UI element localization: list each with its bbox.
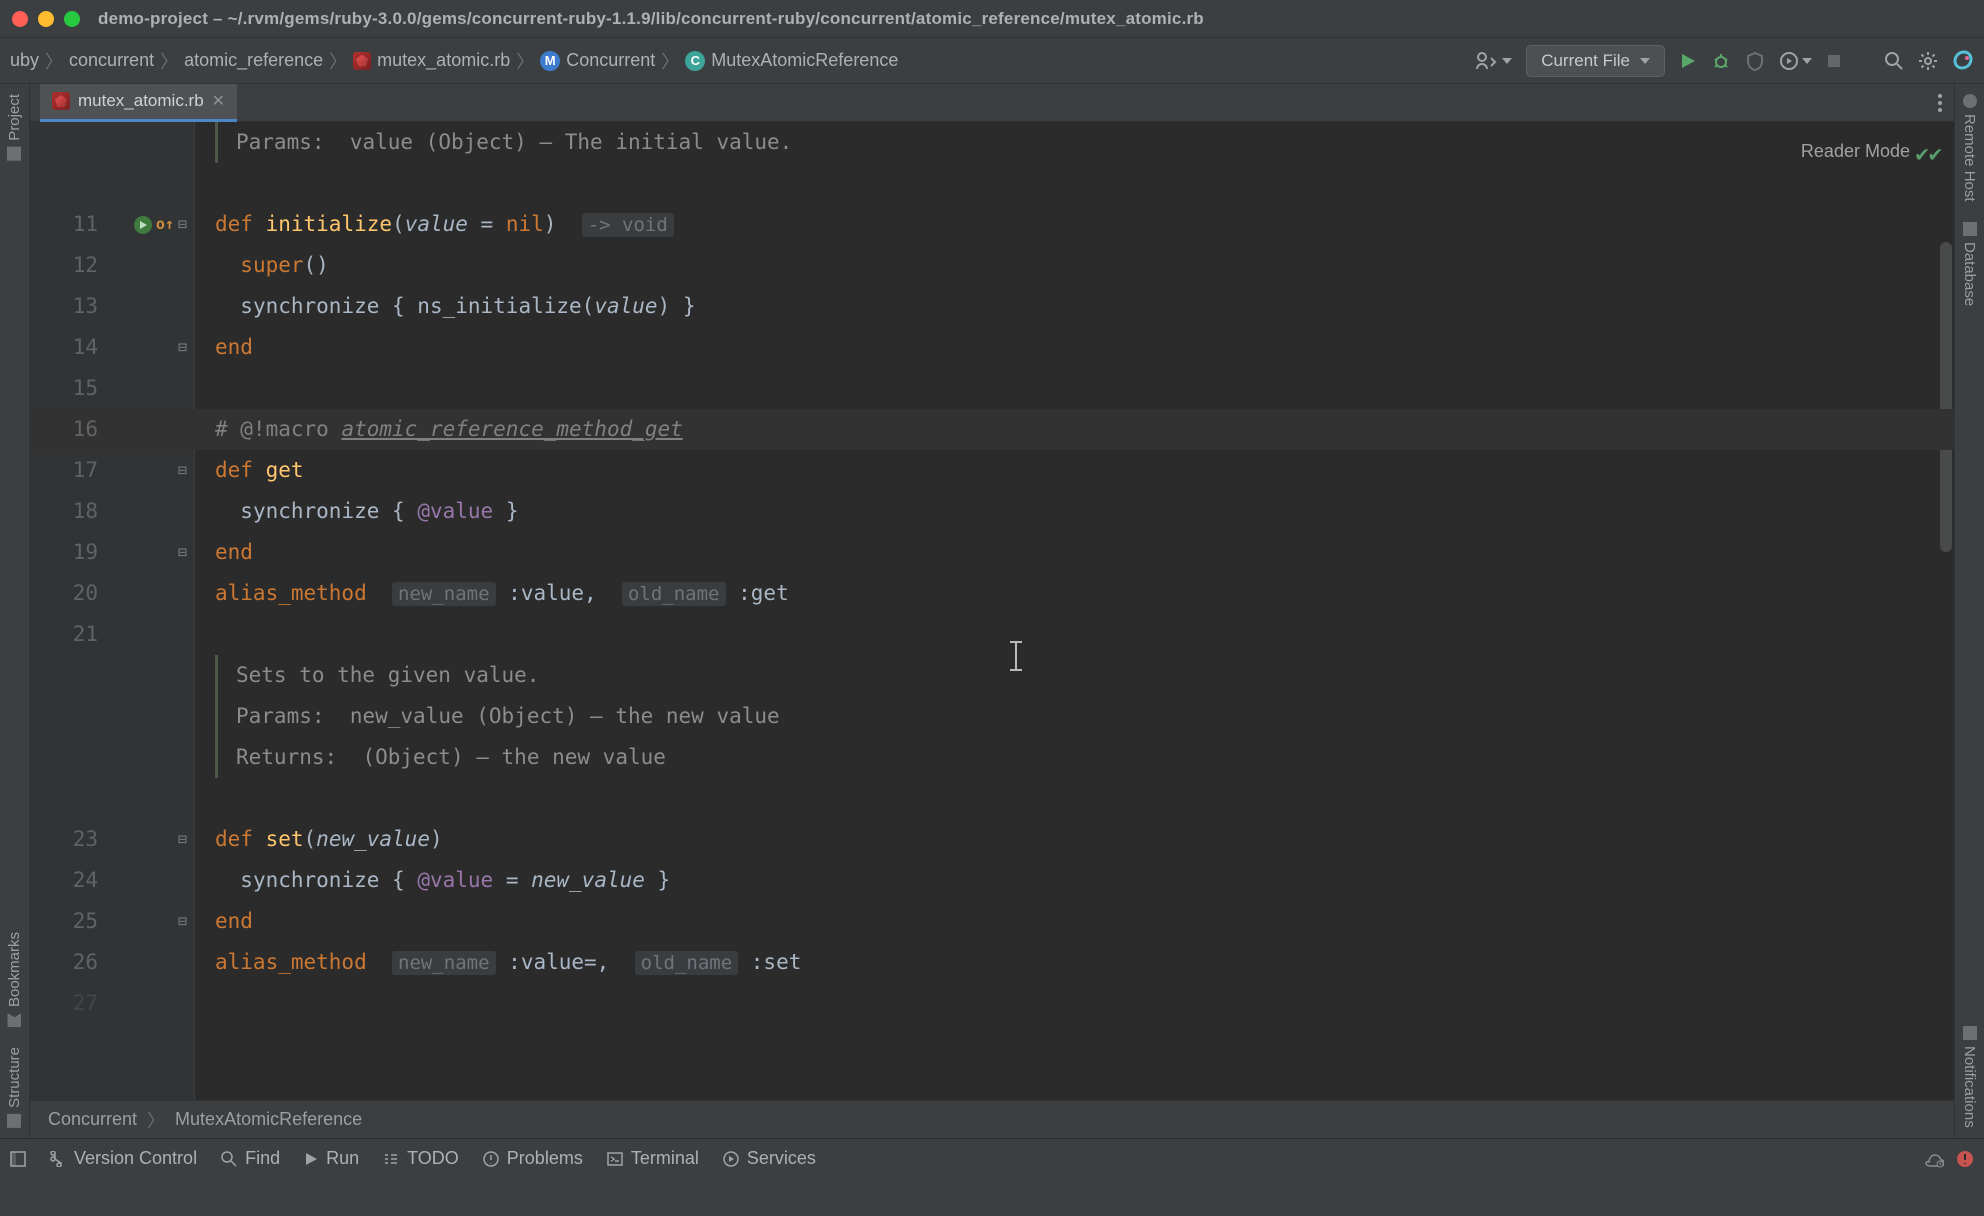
fold-end-icon[interactable]: ⊟ <box>178 907 187 936</box>
close-window[interactable] <box>12 11 28 27</box>
left-tool-rail: Project Bookmarks Structure <box>0 84 30 1138</box>
window-controls <box>12 11 80 27</box>
sb-terminal[interactable]: Terminal <box>607 1148 699 1169</box>
editor: mutex_atomic.rb ✕ Reader Mode ✔✔ Params:… <box>30 84 1954 1138</box>
window-title: demo-project – ~/.rvm/gems/ruby-3.0.0/ge… <box>98 9 1204 29</box>
sb-run[interactable]: Run <box>304 1148 359 1169</box>
more-run-button[interactable] <box>1779 51 1812 71</box>
navigation-bar: uby 〉 concurrent 〉 atomic_reference 〉 mu… <box>0 38 1984 84</box>
crumb-file-label: mutex_atomic.rb <box>377 50 510 71</box>
crumb-class-label: MutexAtomicReference <box>711 50 898 71</box>
crumb-file[interactable]: mutex_atomic.rb <box>353 50 510 71</box>
close-tab-icon[interactable]: ✕ <box>212 91 225 111</box>
zoom-window[interactable] <box>64 11 80 27</box>
fold-end-icon[interactable]: ⊟ <box>178 538 187 567</box>
crumb-uby[interactable]: uby <box>10 50 39 71</box>
toolbar: Current File <box>1476 45 1974 77</box>
status-bar: Version Control Find Run TODO Problems T… <box>0 1138 1984 1178</box>
run-button[interactable] <box>1679 52 1697 70</box>
run-config-select[interactable]: Current File <box>1526 45 1665 77</box>
tool-database[interactable]: Database <box>1961 212 1978 316</box>
sb-vcs[interactable]: Version Control <box>50 1148 197 1169</box>
minimize-window[interactable] <box>38 11 54 27</box>
fold-icon[interactable]: ⊟ <box>178 825 187 854</box>
sb-services[interactable]: Services <box>723 1148 816 1169</box>
database-icon <box>1963 222 1977 236</box>
settings-icon[interactable] <box>1918 51 1938 71</box>
editor-options-icon[interactable] <box>1938 94 1942 112</box>
stop-button[interactable] <box>1826 53 1842 69</box>
sb-todo[interactable]: TODO <box>383 1148 459 1169</box>
code-viewport[interactable]: Reader Mode ✔✔ Params: value (Object) — … <box>30 122 1954 1100</box>
tool-notifications[interactable]: Notifications <box>1961 1016 1978 1138</box>
tool-project[interactable]: Project <box>6 84 23 171</box>
breadcrumbs: uby 〉 concurrent 〉 atomic_reference 〉 mu… <box>10 48 898 74</box>
code-with-me-icon[interactable] <box>1476 51 1512 71</box>
structure-icon <box>8 1114 22 1128</box>
crumb-module-label: Concurrent <box>566 50 655 71</box>
editor-breadcrumbs: Concurrent 〉 MutexAtomicReference <box>30 1100 1954 1138</box>
crumb-class[interactable]: C MutexAtomicReference <box>685 50 898 71</box>
fold-icon[interactable]: ⊟ <box>178 210 187 239</box>
fold-end-icon[interactable]: ⊟ <box>178 333 187 362</box>
tool-structure[interactable]: Structure <box>6 1037 23 1138</box>
run-config-label: Current File <box>1541 51 1630 71</box>
fold-icon[interactable]: ⊟ <box>178 456 187 485</box>
error-indicator-icon[interactable] <box>1956 1150 1974 1168</box>
inspection-ok-icon[interactable]: ✔✔ <box>1916 134 1943 177</box>
sb-find[interactable]: Find <box>221 1148 280 1169</box>
override-gutter-icon[interactable]: o↑ <box>156 210 174 239</box>
ruby-icon <box>353 52 371 70</box>
crumb-concurrent[interactable]: Concurrent <box>48 1109 137 1130</box>
folder-icon <box>8 147 22 161</box>
ide-logo-icon[interactable] <box>1952 50 1974 72</box>
module-badge-icon: M <box>540 51 560 71</box>
crumb-concurrent[interactable]: concurrent <box>69 50 154 71</box>
status-quick-list-icon[interactable] <box>10 1151 26 1167</box>
sb-problems[interactable]: Problems <box>483 1148 583 1169</box>
crumb-atomic-reference[interactable]: atomic_reference <box>184 50 323 71</box>
ide-status-icon[interactable] <box>1924 1150 1944 1168</box>
search-everywhere-icon[interactable] <box>1884 51 1904 71</box>
debug-button[interactable] <box>1711 51 1731 71</box>
tab-filename: mutex_atomic.rb <box>78 91 204 111</box>
editor-tabs: mutex_atomic.rb ✕ <box>30 84 1954 122</box>
tool-bookmarks[interactable]: Bookmarks <box>6 922 23 1037</box>
tool-remote-host[interactable]: Remote Host <box>1961 84 1978 212</box>
right-tool-rail: Remote Host Database Notifications <box>1954 84 1984 1138</box>
ruby-icon <box>52 92 70 110</box>
run-gutter-icon[interactable] <box>134 216 152 234</box>
bookmark-icon <box>8 1013 22 1027</box>
chevron-down-icon <box>1640 58 1650 64</box>
reader-mode-toggle[interactable]: Reader Mode <box>1801 134 1910 169</box>
globe-icon <box>1963 94 1977 108</box>
class-badge-icon: C <box>685 51 705 71</box>
coverage-button[interactable] <box>1745 51 1765 71</box>
crumb-class[interactable]: MutexAtomicReference <box>175 1109 362 1130</box>
crumb-module[interactable]: M Concurrent <box>540 50 655 71</box>
tab-mutex-atomic[interactable]: mutex_atomic.rb ✕ <box>40 84 237 122</box>
titlebar: demo-project – ~/.rvm/gems/ruby-3.0.0/ge… <box>0 0 1984 38</box>
bell-icon <box>1963 1026 1977 1040</box>
